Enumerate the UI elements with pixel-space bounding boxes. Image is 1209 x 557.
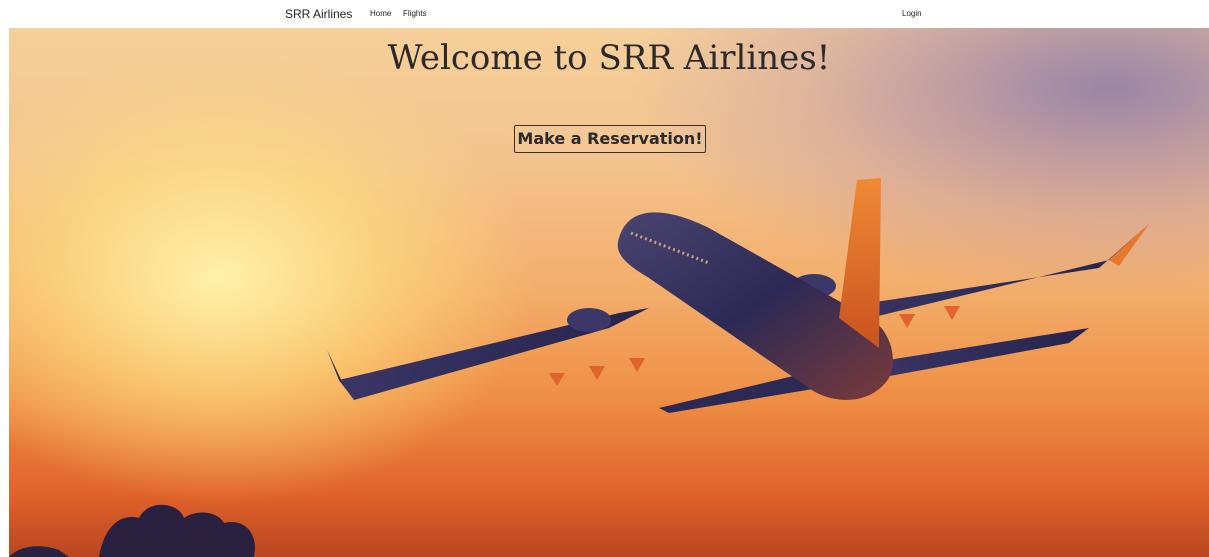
brand-link[interactable]: SRR Airlines xyxy=(285,7,352,21)
navbar: SRR Airlines Home Flights Login xyxy=(0,0,1209,28)
hero-banner: Welcome to SRR Airlines! Make a Reservat… xyxy=(9,28,1209,557)
nav-flights-link[interactable]: Flights xyxy=(403,9,427,18)
nav-home-link[interactable]: Home xyxy=(370,9,391,18)
login-link[interactable]: Login xyxy=(902,9,922,18)
airplane-sunset-image xyxy=(9,178,1149,557)
make-reservation-button[interactable]: Make a Reservation! xyxy=(514,125,706,153)
hero-title: Welcome to SRR Airlines! xyxy=(387,38,831,78)
